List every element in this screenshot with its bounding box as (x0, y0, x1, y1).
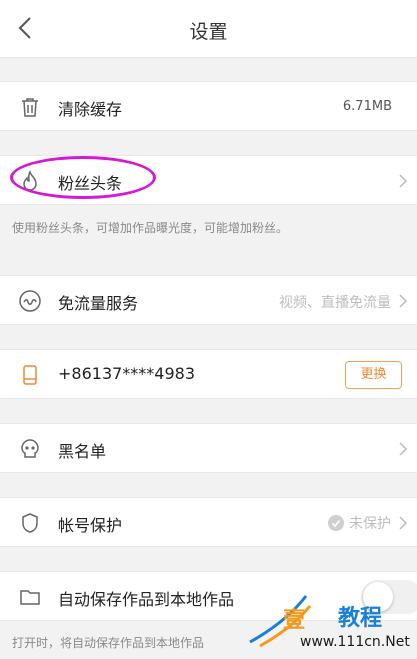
auto-save-hint: 打开时，将自动保存作品到本地作品 (12, 636, 205, 650)
phone-row: +86137****4983 更换 (0, 349, 417, 399)
clear-cache-row[interactable]: 清除缓存 6.71MB (0, 81, 417, 131)
blacklist-row[interactable]: 黑名单 (0, 423, 417, 473)
chevron-right-icon (399, 442, 408, 456)
chevron-right-icon (399, 174, 408, 188)
check-circle-icon (328, 515, 344, 531)
highlight-circle (10, 156, 156, 199)
watermark-url: www.111cn.Net (300, 634, 410, 650)
phone-number: +86137****4983 (58, 364, 196, 383)
protect-status: 未保护 (328, 513, 391, 533)
app-header: 设置 (0, 0, 417, 58)
watermark-brand-2: 教程 (338, 606, 383, 631)
cache-size-value: 6.71MB (342, 99, 392, 114)
auto-save-label: 自动保存作品到本地作品 (58, 590, 235, 609)
free-traffic-label: 免流量服务 (58, 294, 139, 313)
chevron-right-icon (399, 516, 408, 530)
change-phone-button[interactable]: 更换 (345, 361, 402, 389)
watermark-brand-1: 壹 (283, 608, 306, 633)
shield-icon (22, 513, 38, 533)
fans-headline-hint: 使用粉丝头条，可增加作品曝光度，可能增加粉丝。 (12, 221, 289, 235)
blacklist-label: 黑名单 (58, 442, 107, 461)
protect-status-text: 未保护 (349, 516, 391, 532)
phone-icon (23, 365, 37, 385)
free-traffic-value: 视频、直播免流量 (279, 295, 391, 311)
account-protect-label: 帐号保护 (58, 516, 123, 535)
account-protect-row[interactable]: 帐号保护 未保护 (0, 497, 417, 547)
trash-icon (22, 98, 38, 117)
skull-icon (21, 439, 39, 458)
clear-cache-label: 清除缓存 (58, 100, 123, 119)
folder-icon (20, 590, 40, 605)
chevron-right-icon (399, 294, 408, 308)
page-title: 设置 (189, 21, 228, 43)
traffic-wave-icon (19, 290, 41, 312)
free-traffic-row[interactable]: 免流量服务 视频、直播免流量 (0, 275, 417, 325)
